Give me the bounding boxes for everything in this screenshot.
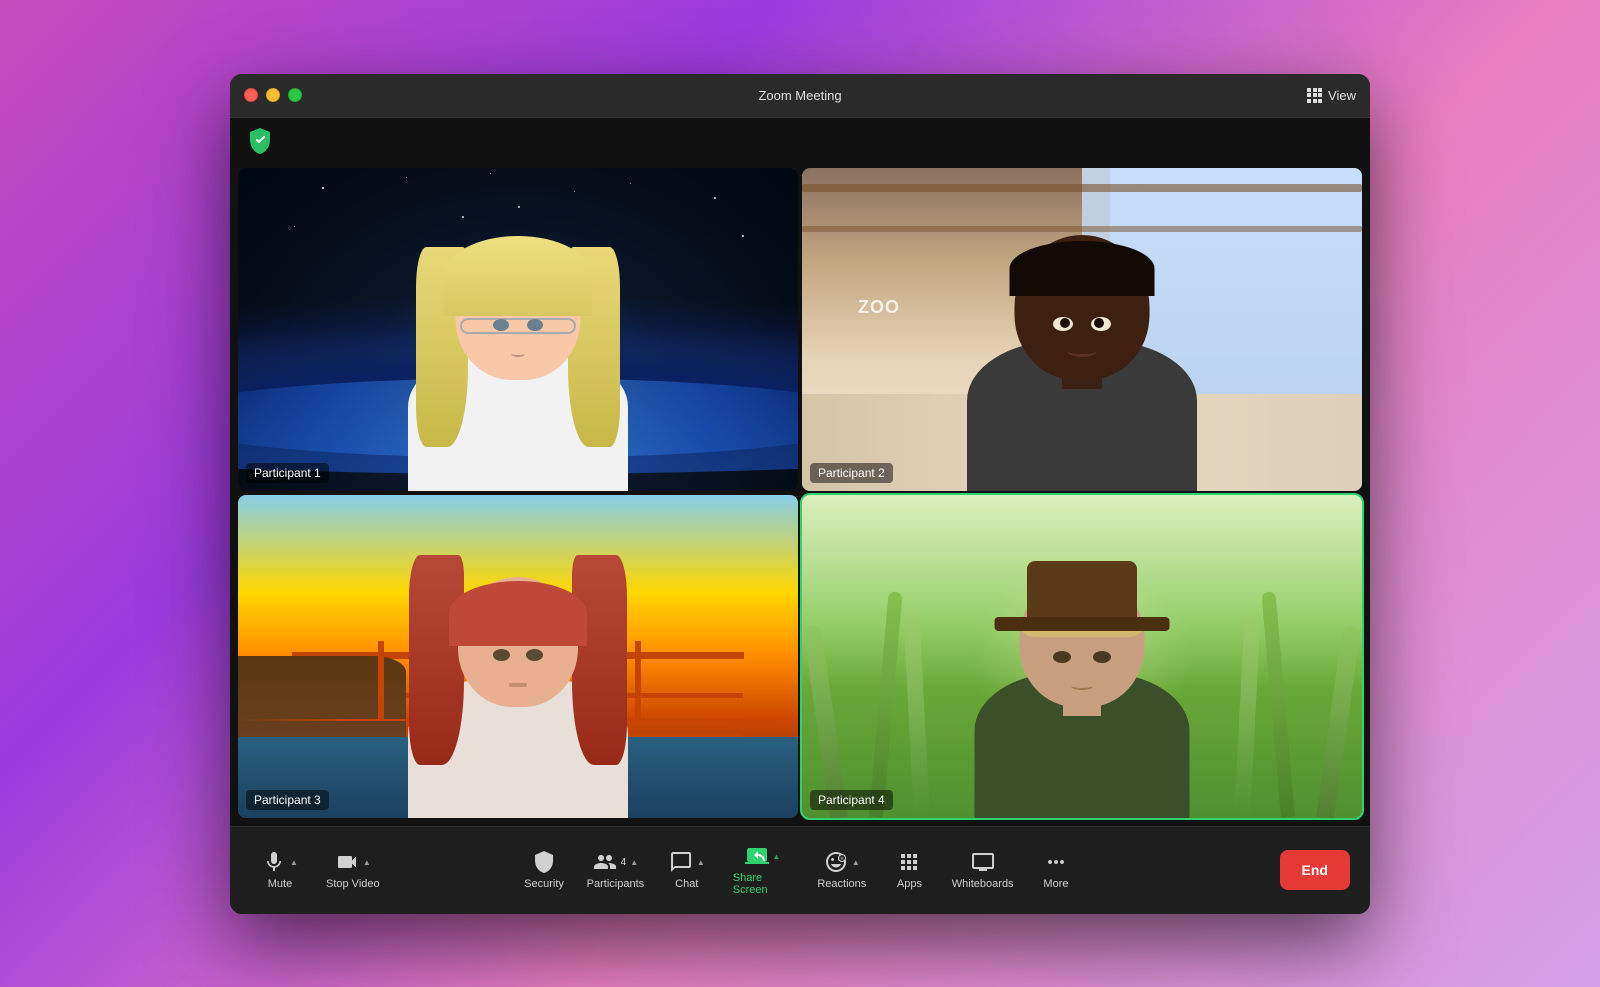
microphone-icon <box>262 850 286 874</box>
video-chevron: ▲ <box>363 858 371 867</box>
chat-icon <box>669 850 693 874</box>
reactions-icon-wrap: + ▲ <box>824 850 860 874</box>
more-label: More <box>1043 878 1068 890</box>
name-tag-4: Participant 4 <box>810 790 893 810</box>
zoom-window: Zoom Meeting View <box>230 74 1370 914</box>
apps-label: Apps <box>897 878 922 890</box>
reactions-label: Reactions <box>817 878 866 890</box>
chat-icon-wrap: ▲ <box>669 850 705 874</box>
video-cell-3[interactable]: Participant 3 <box>238 495 798 818</box>
more-button[interactable]: More <box>1026 842 1086 898</box>
grid-view-icon <box>1307 88 1322 103</box>
share-screen-icon <box>745 844 769 868</box>
close-button[interactable] <box>244 88 258 102</box>
minimize-button[interactable] <box>266 88 280 102</box>
stop-video-icon-wrap: ▲ <box>335 850 371 874</box>
apps-icon <box>897 850 921 874</box>
whiteboards-icon-wrap <box>971 850 995 874</box>
apps-button[interactable]: Apps <box>879 842 939 898</box>
share-screen-label: Share Screen <box>733 872 792 896</box>
share-screen-button[interactable]: ▲ Share Screen <box>721 836 804 904</box>
traffic-lights <box>244 88 302 102</box>
name-tag-2: Participant 2 <box>810 463 893 483</box>
reactions-icon: + <box>824 850 848 874</box>
view-button[interactable]: View <box>1307 88 1356 103</box>
video-cell-1[interactable]: Participant 1 <box>238 168 798 491</box>
view-label: View <box>1328 88 1356 103</box>
avatar-blond <box>336 200 700 491</box>
zoom-office-logo: ZOO <box>858 297 900 318</box>
whiteboards-label: Whiteboards <box>952 878 1014 890</box>
security-icon <box>532 850 556 874</box>
name-tag-1: Participant 1 <box>246 463 329 483</box>
mute-button[interactable]: ▲ Mute <box>250 842 310 898</box>
mute-icon-wrap: ▲ <box>262 850 298 874</box>
participants-icon-wrap: 4 ▲ <box>593 850 638 874</box>
reactions-button[interactable]: + ▲ Reactions <box>808 842 875 898</box>
video-cell-4[interactable]: Participant 4 <box>802 495 1362 818</box>
top-bar <box>230 118 1370 162</box>
toolbar-center: Security 4 ▲ Participants <box>514 836 1086 904</box>
svg-text:+: + <box>840 856 843 862</box>
participants-icon <box>593 850 617 874</box>
participants-count: 4 <box>621 857 627 868</box>
toolbar: ▲ Mute ▲ Stop Video <box>230 826 1370 914</box>
share-chevron: ▲ <box>773 852 781 861</box>
chat-button[interactable]: ▲ Chat <box>657 842 717 898</box>
titlebar: Zoom Meeting View <box>230 74 1370 118</box>
chat-label: Chat <box>675 878 698 890</box>
whiteboards-icon <box>971 850 995 874</box>
toolbar-left: ▲ Mute ▲ Stop Video <box>250 842 392 898</box>
stop-video-label: Stop Video <box>326 878 380 890</box>
mute-label: Mute <box>268 878 292 890</box>
end-button[interactable]: End <box>1280 850 1350 890</box>
avatar-dark <box>900 200 1264 491</box>
video-grid: Participant 1 ZOO <box>230 118 1370 826</box>
security-shield-icon <box>246 126 274 154</box>
participants-button[interactable]: 4 ▲ Participants <box>578 842 653 898</box>
avatar-cowboy <box>900 527 1264 818</box>
camera-icon <box>335 850 359 874</box>
security-button[interactable]: Security <box>514 842 574 898</box>
window-title: Zoom Meeting <box>758 88 841 103</box>
share-screen-icon-wrap: ▲ <box>745 844 781 868</box>
chat-chevron: ▲ <box>697 858 705 867</box>
stop-video-button[interactable]: ▲ Stop Video <box>314 842 392 898</box>
security-label: Security <box>524 878 564 890</box>
participants-chevron: ▲ <box>630 858 638 867</box>
security-icon-wrap <box>532 850 556 874</box>
maximize-button[interactable] <box>288 88 302 102</box>
more-icon-wrap <box>1044 850 1068 874</box>
reactions-chevron: ▲ <box>852 858 860 867</box>
content-area: Participant 1 ZOO <box>230 118 1370 826</box>
video-cell-2[interactable]: ZOO <box>802 168 1362 491</box>
name-tag-3: Participant 3 <box>246 790 329 810</box>
avatar-redhead <box>336 527 700 818</box>
mute-chevron: ▲ <box>290 858 298 867</box>
apps-icon-wrap <box>897 850 921 874</box>
toolbar-right: End <box>1280 850 1350 890</box>
whiteboards-button[interactable]: Whiteboards <box>943 842 1022 898</box>
participants-label: Participants <box>587 878 644 890</box>
more-icon <box>1044 850 1068 874</box>
